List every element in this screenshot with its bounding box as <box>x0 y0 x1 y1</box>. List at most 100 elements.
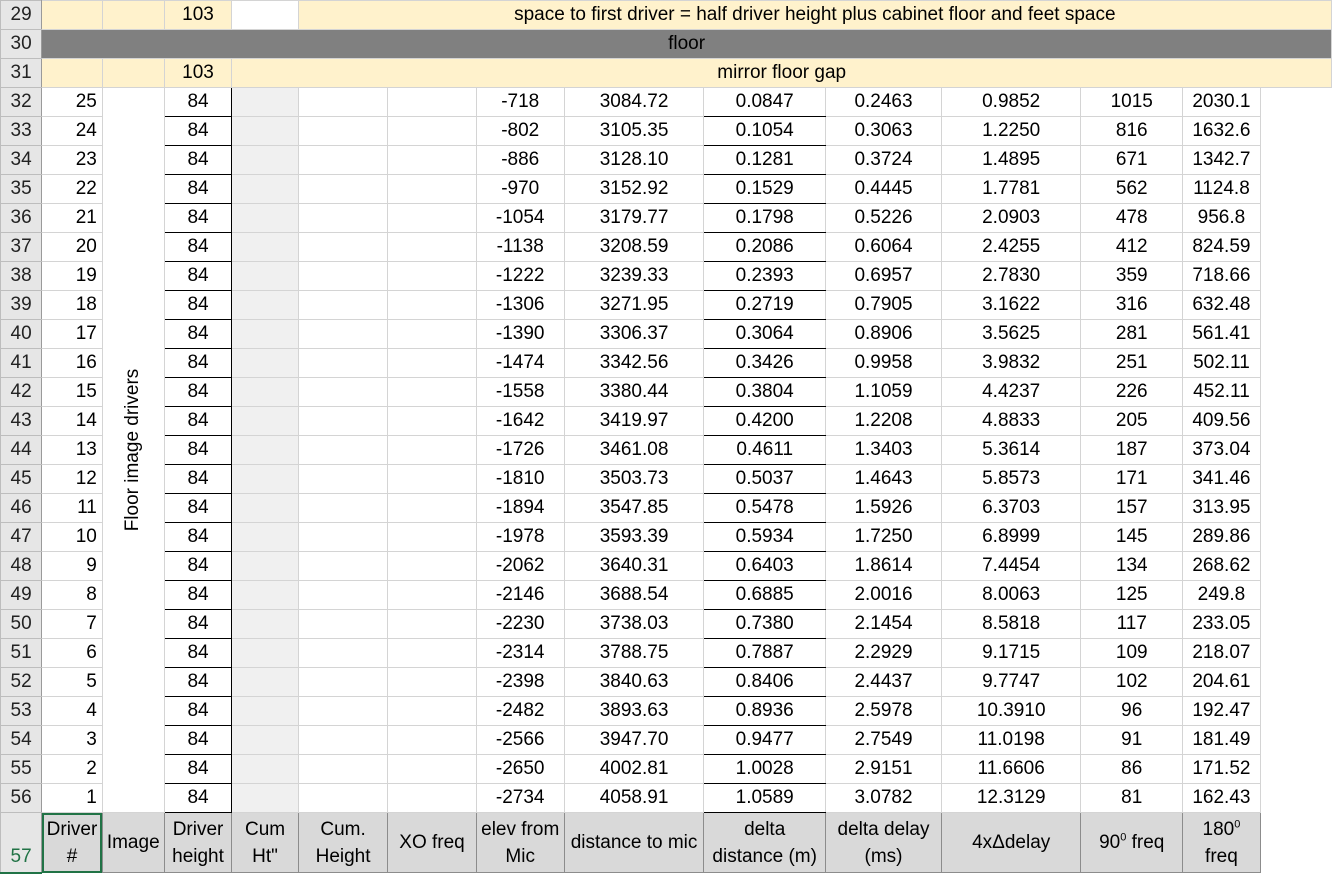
cell-delta-distance[interactable]: 1.0589 <box>703 783 827 813</box>
cell-driver-number[interactable]: 19 <box>41 261 103 291</box>
row-header[interactable]: 57 <box>0 812 43 874</box>
cell-xo-freq[interactable] <box>387 493 477 523</box>
cell-driver-number[interactable]: 14 <box>41 406 103 436</box>
cell-delta-distance[interactable]: 0.8406 <box>703 667 827 697</box>
cell-xo-freq[interactable] <box>387 377 477 407</box>
header-cum-ht[interactable]: Cum Ht" <box>231 812 299 873</box>
cell-distance-to-mic[interactable]: 3380.44 <box>563 377 705 407</box>
cell-driver-number[interactable]: 12 <box>41 464 103 494</box>
cell-90-freq[interactable]: 251 <box>1080 348 1184 378</box>
cell-cum-ht[interactable] <box>231 493 299 523</box>
cell-cum-ht[interactable] <box>231 290 299 320</box>
cell-driver-height[interactable]: 84 <box>163 319 233 349</box>
cell-driver-height[interactable]: 84 <box>163 377 233 407</box>
cell-delta-distance[interactable]: 0.1798 <box>703 203 827 233</box>
cell-180-freq[interactable]: 373.04 <box>1182 435 1261 465</box>
cell-cum-height[interactable] <box>297 319 389 349</box>
cell-cum-ht[interactable] <box>231 174 299 204</box>
cell-4x-delta-delay[interactable]: 5.3614 <box>940 435 1082 465</box>
cell-delta-distance[interactable]: 0.2719 <box>703 290 827 320</box>
cell-180-freq[interactable]: 2030.1 <box>1182 87 1261 117</box>
header-xo-freq[interactable]: XO freq <box>387 812 477 873</box>
cell-delta-delay[interactable]: 1.4643 <box>825 464 942 494</box>
header-90-freq[interactable]: 900 freq <box>1080 812 1184 873</box>
cell-elev-from-mic[interactable]: -1810 <box>475 464 565 494</box>
cell-delta-delay[interactable]: 0.2463 <box>825 87 942 117</box>
cell-90-freq[interactable]: 671 <box>1080 145 1184 175</box>
cell-180-freq[interactable]: 1124.8 <box>1182 174 1261 204</box>
cell-distance-to-mic[interactable]: 3547.85 <box>563 493 705 523</box>
cell-delta-distance[interactable]: 0.0847 <box>703 87 827 117</box>
cell-cum-height[interactable] <box>297 522 389 552</box>
cell-delta-delay[interactable]: 1.2208 <box>825 406 942 436</box>
cell-xo-freq[interactable] <box>387 667 477 697</box>
cell-delta-distance[interactable]: 0.9477 <box>703 725 827 755</box>
cell-cum-height[interactable] <box>297 435 389 465</box>
cell-driver-number[interactable]: 6 <box>41 638 103 668</box>
cell-delta-delay[interactable]: 0.3724 <box>825 145 942 175</box>
cell-elev-from-mic[interactable]: -2062 <box>475 551 565 581</box>
cell-4x-delta-delay[interactable]: 2.4255 <box>940 232 1082 262</box>
row-header[interactable]: 33 <box>0 116 43 146</box>
cell-driver-height[interactable]: 84 <box>163 116 233 146</box>
cell-180-freq[interactable]: 181.49 <box>1182 725 1261 755</box>
cell-note[interactable]: space to first driver = half driver heig… <box>297 0 1332 30</box>
cell-distance-to-mic[interactable]: 4058.91 <box>563 783 705 813</box>
cell-elev-from-mic[interactable]: -2650 <box>475 754 565 784</box>
cell-cum-ht[interactable] <box>231 638 299 668</box>
cell-distance-to-mic[interactable]: 3084.72 <box>563 87 705 117</box>
cell-cum-ht[interactable] <box>231 580 299 610</box>
cell-180-freq[interactable]: 204.61 <box>1182 667 1261 697</box>
cell-4x-delta-delay[interactable]: 9.1715 <box>940 638 1082 668</box>
cell-cum-height[interactable] <box>297 116 389 146</box>
cell-delta-distance[interactable]: 0.2393 <box>703 261 827 291</box>
cell-180-freq[interactable]: 1342.7 <box>1182 145 1261 175</box>
cell-cum-ht[interactable] <box>231 435 299 465</box>
cell-distance-to-mic[interactable]: 3893.63 <box>563 696 705 726</box>
cell-90-freq[interactable]: 187 <box>1080 435 1184 465</box>
cell-90-freq[interactable]: 96 <box>1080 696 1184 726</box>
cell-driver-number[interactable]: 13 <box>41 435 103 465</box>
cell-distance-to-mic[interactable]: 3503.73 <box>563 464 705 494</box>
cell-driver-number[interactable]: 4 <box>41 696 103 726</box>
cell-cum-height[interactable] <box>297 87 389 117</box>
cell-delta-delay[interactable]: 3.0782 <box>825 783 942 813</box>
cell-cum-height[interactable] <box>297 551 389 581</box>
cell-distance-to-mic[interactable]: 3239.33 <box>563 261 705 291</box>
cell-elev-from-mic[interactable]: -2482 <box>475 696 565 726</box>
row-header[interactable]: 34 <box>0 145 43 175</box>
header-driver-number[interactable]: Driver # <box>41 812 103 873</box>
cell-driver-height[interactable]: 84 <box>163 261 233 291</box>
cell-elev-from-mic[interactable]: -2230 <box>475 609 565 639</box>
cell-delta-distance[interactable]: 0.6403 <box>703 551 827 581</box>
cell-cum-ht[interactable] <box>231 261 299 291</box>
row-header[interactable]: 35 <box>0 174 43 204</box>
cell[interactable] <box>101 58 165 88</box>
cell-delta-delay[interactable]: 0.4445 <box>825 174 942 204</box>
cell-distance-to-mic[interactable]: 3461.08 <box>563 435 705 465</box>
header-image[interactable]: Image <box>101 812 165 873</box>
cell-delta-delay[interactable]: 2.5978 <box>825 696 942 726</box>
cell-elev-from-mic[interactable]: -970 <box>475 174 565 204</box>
cell-xo-freq[interactable] <box>387 522 477 552</box>
cell-cum-height[interactable] <box>297 464 389 494</box>
cell-cum-ht[interactable] <box>231 464 299 494</box>
cell-cum-ht[interactable] <box>231 406 299 436</box>
cell-driver-height[interactable]: 84 <box>163 290 233 320</box>
cell[interactable] <box>41 0 103 30</box>
cell-driver-number[interactable]: 20 <box>41 232 103 262</box>
cell-cum-ht[interactable] <box>231 203 299 233</box>
cell[interactable] <box>41 58 103 88</box>
cell-180-freq[interactable]: 162.43 <box>1182 783 1261 813</box>
cell-4x-delta-delay[interactable]: 1.4895 <box>940 145 1082 175</box>
header-driver-height[interactable]: Driver height <box>163 812 233 873</box>
cell-4x-delta-delay[interactable]: 12.3129 <box>940 783 1082 813</box>
cell-delta-distance[interactable]: 0.5478 <box>703 493 827 523</box>
cell-4x-delta-delay[interactable]: 2.0903 <box>940 203 1082 233</box>
cell-delta-distance[interactable]: 0.4611 <box>703 435 827 465</box>
cell-cum-height[interactable] <box>297 261 389 291</box>
cell-cum-ht[interactable] <box>231 667 299 697</box>
cell-driver-height[interactable]: 84 <box>163 174 233 204</box>
cell-cum-height[interactable] <box>297 290 389 320</box>
cell-elev-from-mic[interactable]: -1054 <box>475 203 565 233</box>
